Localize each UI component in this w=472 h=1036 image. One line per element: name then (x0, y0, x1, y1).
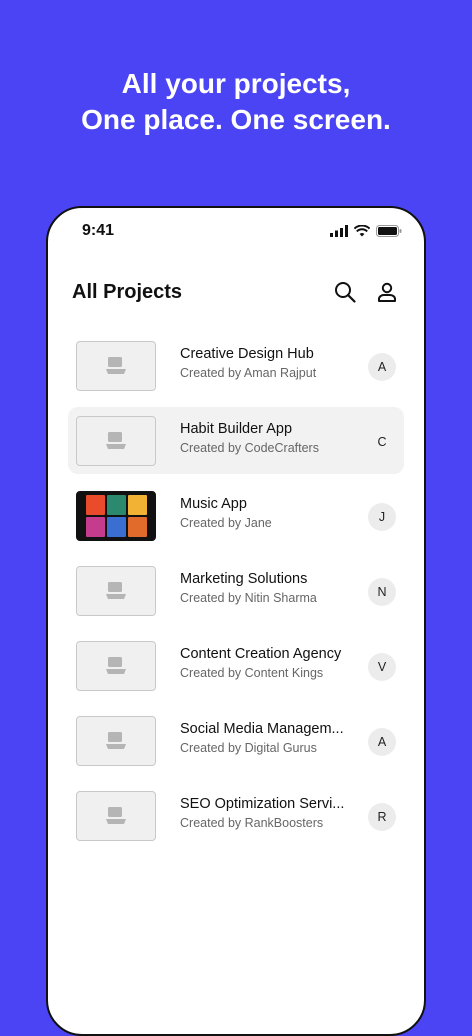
project-thumbnail (76, 641, 156, 691)
image-placeholder-icon (106, 657, 126, 674)
project-thumbnail (76, 716, 156, 766)
project-name: Marketing Solutions (180, 571, 308, 587)
image-placeholder-icon (106, 732, 126, 749)
project-name: Creative Design Hub (180, 346, 314, 362)
project-name: Social Media Managem... (180, 721, 344, 737)
project-name: SEO Optimization Servi... (180, 796, 345, 812)
project-thumbnail (76, 341, 156, 391)
avatar: J (368, 503, 396, 531)
album-cover (127, 495, 147, 515)
project-thumbnail (76, 416, 156, 466)
status-time: 9:41 (82, 222, 115, 239)
project-list: Creative Design Hub Created by Aman Rajpu… (68, 332, 404, 857)
status-bar: 9:41 (48, 222, 424, 244)
image-placeholder-icon (106, 432, 126, 449)
image-placeholder-icon (106, 357, 126, 374)
image-placeholder-icon (106, 582, 126, 599)
avatar: A (368, 353, 396, 381)
page-title: All Projects (72, 280, 183, 303)
search-button[interactable] (332, 279, 358, 305)
header: All Projects (72, 274, 400, 310)
project-name: Habit Builder App (180, 421, 293, 437)
project-name: Music App (180, 496, 247, 512)
album-cover (106, 517, 126, 537)
project-author: Created by Digital Gurus (180, 741, 317, 755)
project-author: Created by Nitin Sharma (180, 591, 317, 605)
project-row[interactable]: Content Creation Agency Created by Conten… (68, 632, 404, 699)
battery-icon (376, 225, 402, 237)
signal-icon (330, 225, 348, 237)
project-text: Creative Design Hub Created by Aman Rajpu… (180, 346, 360, 380)
album-cover (127, 517, 147, 537)
project-thumbnail (76, 566, 156, 616)
profile-icon (378, 282, 396, 302)
project-text: Content Creation Agency Created by Conten… (180, 646, 360, 680)
wifi-icon (354, 225, 370, 237)
project-text: Habit Builder App Created by CodeCrafters (180, 421, 360, 455)
project-thumbnail (76, 491, 156, 541)
image-placeholder-icon (106, 807, 126, 824)
project-row[interactable]: Marketing Solutions Created by Nitin Shar… (68, 557, 404, 624)
album-cover (106, 495, 126, 515)
project-text: Music App Created by Jane (180, 496, 360, 530)
avatar: C (377, 435, 387, 449)
project-row[interactable]: Creative Design Hub Created by Aman Rajpu… (68, 332, 404, 399)
avatar: N (368, 578, 396, 606)
search-icon (335, 282, 356, 303)
profile-button[interactable] (374, 279, 400, 305)
project-text: Marketing Solutions Created by Nitin Shar… (180, 571, 360, 605)
marketing-headline: All your projects, One place. One screen… (0, 66, 472, 138)
phone-frame: 9:41 All Projects Creative Design Hub Cr… (46, 206, 426, 1036)
project-text: Social Media Managem... Created by Digita… (180, 721, 360, 755)
project-author: Created by Jane (180, 516, 272, 530)
project-name: Content Creation Agency (180, 646, 342, 662)
status-icons (330, 225, 402, 237)
avatar: R (368, 803, 396, 831)
header-actions (332, 279, 400, 305)
project-row[interactable]: Habit Builder App Created by CodeCrafters… (68, 407, 404, 474)
avatar: V (368, 653, 396, 681)
headline-line-1: All your projects, (121, 68, 351, 99)
project-row[interactable]: Music App Created by Jane J (68, 482, 404, 549)
project-thumbnail (76, 791, 156, 841)
project-author: Created by CodeCrafters (180, 441, 319, 455)
project-author: Created by Aman Rajput (180, 366, 317, 380)
album-cover (85, 495, 105, 515)
headline-line-2: One place. One screen. (81, 104, 391, 135)
project-row[interactable]: SEO Optimization Servi... Created by Rank… (68, 782, 404, 849)
project-author: Created by RankBoosters (180, 816, 324, 830)
project-row[interactable]: Social Media Managem... Created by Digita… (68, 707, 404, 774)
project-text: SEO Optimization Servi... Created by Rank… (180, 796, 360, 830)
project-author: Created by Content Kings (180, 666, 324, 680)
album-cover (85, 517, 105, 537)
avatar: A (368, 728, 396, 756)
